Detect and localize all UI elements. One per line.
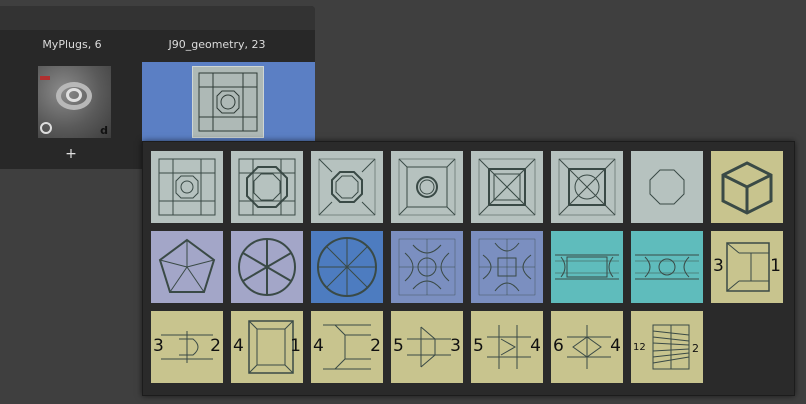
plug-count-right: 4	[610, 336, 621, 356]
plug-pin-icon	[40, 76, 50, 80]
plug-tile[interactable]: 31	[711, 231, 783, 303]
plug-tile[interactable]: 32	[151, 311, 223, 383]
plug-tile[interactable]	[311, 231, 383, 303]
x-square-icon	[478, 158, 536, 216]
plug-tile[interactable]	[471, 231, 543, 303]
plug-count-left: 5	[473, 336, 484, 356]
plug-tile[interactable]	[231, 151, 303, 223]
x-square-circle-icon	[558, 158, 616, 216]
plug-count-right: 2	[692, 342, 699, 355]
channel-icon	[555, 254, 619, 280]
hexagon-spokes-icon	[238, 238, 296, 296]
plug-socket-icon	[40, 122, 52, 134]
add-plug-button[interactable]: +	[64, 146, 78, 162]
pentagon-spokes-icon	[158, 238, 216, 293]
grid-octagon-icon	[158, 158, 216, 216]
plug-tile[interactable]	[231, 231, 303, 303]
circle-spokes-icon	[317, 237, 377, 297]
library-thumb-j90-geometry	[192, 66, 264, 138]
plug-count-right: 4	[530, 336, 541, 356]
plug-tile[interactable]	[391, 231, 463, 303]
library-thumb-letter: d	[100, 124, 108, 137]
plug-tile[interactable]	[631, 231, 703, 303]
octagon-grid-icon	[238, 158, 296, 216]
plug-count-right: 3	[450, 336, 461, 356]
plug-count-left: 12	[633, 342, 646, 353]
library-tile-j90-geometry[interactable]	[142, 62, 315, 141]
plug-tile[interactable]	[151, 151, 223, 223]
plug-tile[interactable]	[551, 151, 623, 223]
cube-icon	[721, 161, 773, 215]
library-label-myplugs: MyPlugs, 6	[42, 38, 102, 51]
library-thumb-myplugs[interactable]: d	[38, 66, 111, 138]
plug-ring-icon	[66, 88, 82, 102]
plug-count-right: 1	[770, 256, 781, 276]
plug-tile[interactable]: 41	[231, 311, 303, 383]
library-panel-header	[0, 6, 315, 30]
plug-tile[interactable]: 64	[551, 311, 623, 383]
plug-tile[interactable]	[151, 231, 223, 303]
plug-count-left: 4	[313, 336, 324, 356]
grid-octagon-icon	[198, 72, 258, 132]
plug-tile[interactable]: 54	[471, 311, 543, 383]
plug-tile[interactable]: 53	[391, 311, 463, 383]
plug-count-left: 3	[153, 336, 164, 356]
octagon-bevel-icon	[318, 158, 376, 216]
plug-count-left: 3	[713, 256, 724, 276]
plug-tile[interactable]: 12 2	[631, 311, 703, 383]
plug-count-left: 5	[393, 336, 404, 356]
plug-tile[interactable]	[711, 151, 783, 223]
plug-count-right: 2	[210, 336, 221, 356]
plug-count-left: 4	[233, 336, 244, 356]
plug-count-right: 1	[290, 336, 301, 356]
circle-in-square-icon	[398, 158, 456, 216]
octagon-icon	[649, 169, 685, 205]
plug-tile[interactable]	[551, 231, 623, 303]
knot-pattern-2-icon	[478, 238, 536, 296]
library-label-j90-geometry: J90_geometry, 23	[168, 38, 266, 51]
plug-tile[interactable]: 42	[311, 311, 383, 383]
plug-tile[interactable]	[631, 151, 703, 223]
plug-picker-popup: 3 1 3 2 4 1 4 2 5 3 5 4 6 4 12 2	[142, 141, 795, 396]
plug-count-left: 6	[553, 336, 564, 356]
plug-count-right: 2	[370, 336, 381, 356]
knot-pattern-icon	[398, 238, 456, 296]
plug-tile[interactable]	[311, 151, 383, 223]
plug-tile[interactable]	[471, 151, 543, 223]
channel-2-icon	[635, 254, 699, 280]
plug-tile[interactable]	[391, 151, 463, 223]
